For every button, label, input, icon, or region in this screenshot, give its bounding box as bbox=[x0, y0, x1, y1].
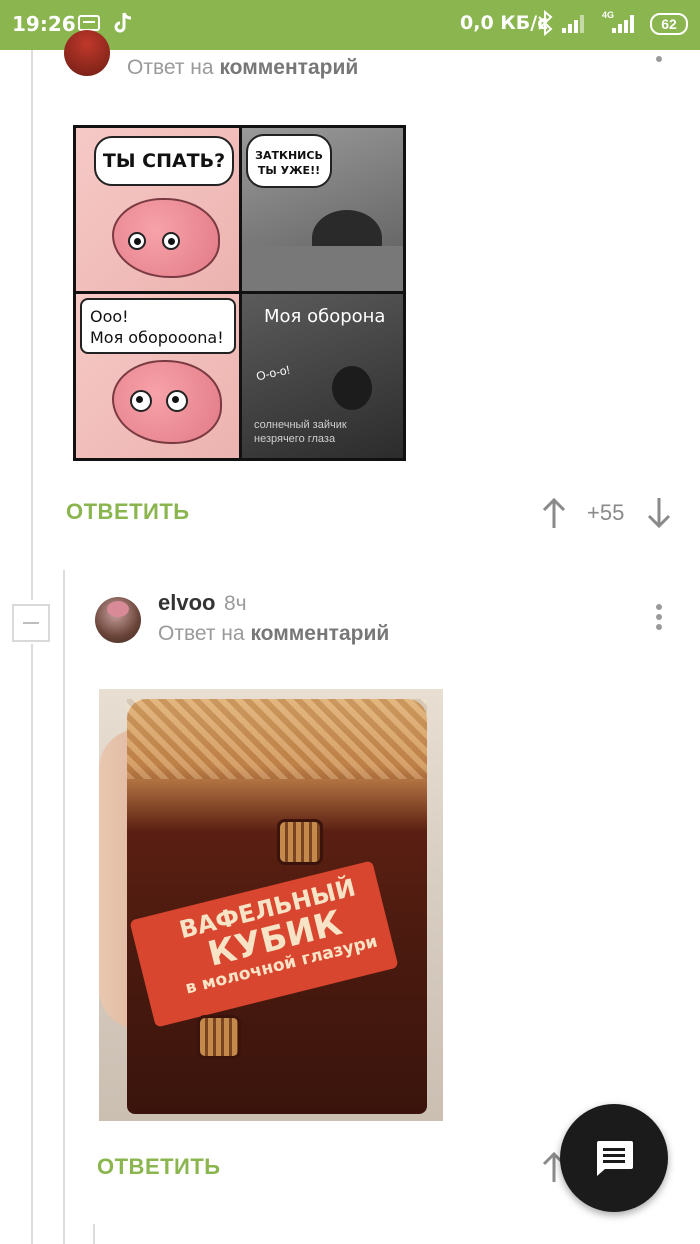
wafer-cube bbox=[197, 1015, 241, 1059]
arrow-up-icon[interactable] bbox=[541, 496, 567, 530]
status-time: 19:26 bbox=[12, 12, 76, 36]
comment-time: 8ч bbox=[224, 592, 247, 615]
comment-icon bbox=[597, 1141, 633, 1176]
thread-line-nested bbox=[63, 570, 65, 1244]
username[interactable]: elvoo bbox=[158, 590, 215, 616]
panel-caption-small: О-о-о! bbox=[254, 362, 292, 384]
comment-image[interactable]: ТЫ СПАТЬ? ЗАТКНИСЬ ТЫ УЖЕ!! Ооо! Моя обо… bbox=[73, 125, 406, 461]
eye bbox=[166, 390, 188, 412]
thread-line bbox=[31, 644, 33, 1244]
collapse-thread-button[interactable] bbox=[12, 604, 50, 642]
speech-bubble: ТЫ СПАТЬ? bbox=[94, 136, 234, 186]
comic-panel-3: Ооо! Моя обороооnа! bbox=[76, 294, 239, 458]
reply-button[interactable]: ОТВЕТИТЬ bbox=[97, 1154, 221, 1180]
eye bbox=[128, 232, 146, 250]
scared-person bbox=[332, 366, 372, 410]
signal-icon bbox=[562, 15, 584, 33]
more-options-icon[interactable] bbox=[647, 600, 671, 632]
speech-bubble: ЗАТКНИСЬ ТЫ УЖЕ!! bbox=[246, 134, 332, 188]
more-options-icon[interactable] bbox=[647, 44, 671, 66]
avatar[interactable] bbox=[64, 30, 110, 76]
new-comment-button[interactable] bbox=[560, 1104, 668, 1212]
eye bbox=[162, 232, 180, 250]
reply-to-label[interactable]: Ответ на комментарий bbox=[158, 622, 389, 646]
tiktok-icon bbox=[114, 12, 132, 33]
panel-caption: Моя оборона bbox=[264, 306, 386, 327]
comic-panel-2: ЗАТКНИСЬ ТЫ УЖЕ!! bbox=[242, 128, 403, 291]
thread-line-nested-2 bbox=[93, 1224, 95, 1244]
avatar-detail bbox=[107, 601, 129, 617]
reply-button[interactable]: ОТВЕТИТЬ bbox=[66, 499, 190, 525]
speech-bubble: Ооо! Моя обороооnа! bbox=[80, 298, 236, 354]
eye bbox=[130, 390, 152, 412]
wafer-texture bbox=[127, 699, 427, 779]
wafer-cube bbox=[277, 819, 323, 865]
score: +55 bbox=[587, 500, 625, 525]
signal-4g-icon bbox=[612, 15, 634, 33]
status-speed: 0,0 КБ/с bbox=[460, 12, 549, 34]
reply-to-label[interactable]: Ответ на комментарий bbox=[127, 56, 358, 80]
avatar[interactable] bbox=[95, 597, 141, 643]
thread-line bbox=[31, 50, 33, 600]
battery-indicator: 62 bbox=[650, 13, 688, 35]
comic-panel-4: Моя оборона О-о-о! солнечный зайчик незр… bbox=[242, 294, 403, 458]
arrow-down-icon[interactable] bbox=[646, 496, 672, 530]
blanket bbox=[242, 246, 403, 291]
comment-image[interactable]: ВАФЕЛЬНЫЙ КУБИК в молочной глазури bbox=[99, 689, 443, 1121]
comic-panel-1: ТЫ СПАТЬ? bbox=[76, 128, 239, 291]
bluetooth-icon bbox=[538, 10, 553, 36]
watermark: солнечный зайчик незрячего глаза bbox=[254, 419, 347, 445]
